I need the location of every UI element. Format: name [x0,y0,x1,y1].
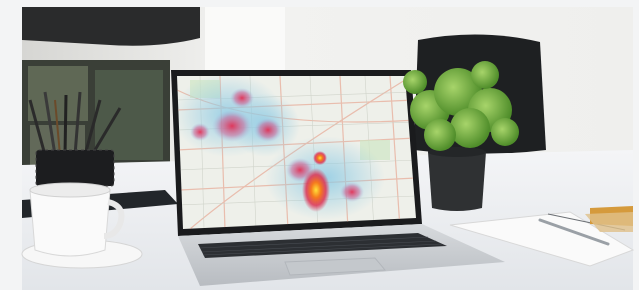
map-heatmap-screen [177,76,416,229]
desk-photo [0,0,639,290]
lamp-shade [22,7,200,46]
